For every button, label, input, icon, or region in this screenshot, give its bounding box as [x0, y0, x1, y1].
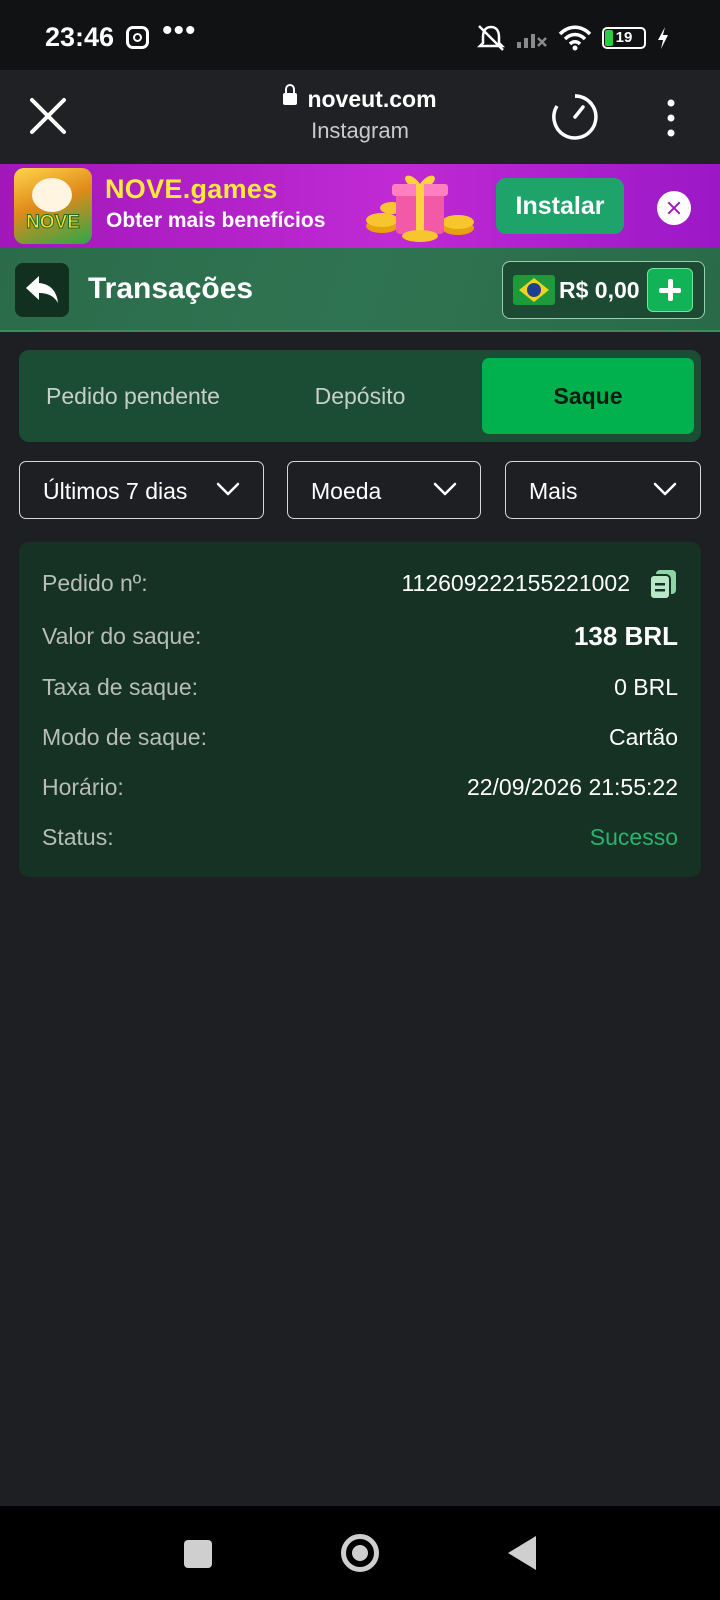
transaction-type-tabs: Pedido pendente Depósito Saque — [19, 350, 701, 442]
withdrawal-mode-label: Modo de saque: — [42, 724, 207, 750]
time-row: Horário: 22/09/2026 21:55:22 — [42, 766, 678, 806]
gift-coins-icon — [366, 175, 474, 242]
promo-title: NOVE.games — [105, 174, 278, 204]
install-button[interactable]: Instalar — [496, 178, 624, 234]
status-bar: 23:46 ••• 19 — [0, 0, 720, 70]
status-label: Status: — [42, 824, 114, 850]
charging-icon — [658, 27, 668, 49]
add-funds-button[interactable] — [647, 268, 693, 312]
withdrawal-amount-value: 138 BRL — [573, 621, 678, 651]
withdrawal-mode-row: Modo de saque: Cartão — [42, 716, 678, 756]
more-filters-dropdown[interactable]: Mais — [505, 461, 701, 519]
withdrawal-amount-label: Valor do saque: — [42, 623, 202, 649]
withdrawal-fee-label: Taxa de saque: — [42, 674, 199, 700]
back-arrow-icon — [26, 276, 58, 303]
back-icon[interactable] — [508, 1536, 536, 1570]
brazil-flag-icon — [513, 275, 555, 305]
instagram-icon — [126, 26, 149, 49]
order-number-label: Pedido nº: — [42, 570, 148, 596]
status-row: Status: Sucesso — [42, 816, 678, 856]
withdrawal-fee-value: 0 BRL — [614, 674, 678, 700]
status-icons: 19 — [476, 24, 670, 52]
app-logo: NOVE — [14, 168, 92, 244]
withdrawal-fee-row: Taxa de saque: 0 BRL — [42, 666, 678, 706]
time-label: Horário: — [42, 774, 124, 800]
order-number-value: 112609222155221002 — [401, 570, 630, 596]
more-vertical-icon[interactable] — [666, 98, 676, 138]
chevron-down-icon — [653, 482, 677, 496]
page-header: Transações R$ 0,00 — [0, 248, 720, 332]
time-value: 22/09/2026 21:55:22 — [466, 774, 678, 800]
signal-icon — [517, 34, 547, 48]
order-number-row: Pedido nº: 112609222155221002 — [42, 562, 678, 602]
promo-subtitle: Obter mais benefícios — [106, 209, 326, 232]
install-promo-banner: NOVE NOVE.games Obter mais benefícios In… — [0, 164, 720, 248]
status-time: 23:46 — [45, 22, 115, 52]
more-filters-label: Mais — [529, 478, 578, 504]
recent-apps-icon[interactable] — [184, 1540, 212, 1568]
app-logo-text: NOVE — [26, 212, 81, 234]
withdrawal-mode-value: Cartão — [608, 724, 678, 750]
tab-deposit[interactable]: Depósito — [247, 358, 473, 434]
home-icon[interactable] — [341, 1534, 379, 1572]
chevron-down-icon — [433, 482, 457, 496]
date-range-dropdown[interactable]: Últimos 7 dias — [19, 461, 264, 519]
chevron-down-icon — [216, 482, 240, 496]
status-badge: Sucesso — [589, 824, 678, 850]
battery-icon: 19 — [602, 27, 646, 49]
silent-icon — [476, 25, 506, 51]
date-range-label: Últimos 7 dias — [43, 478, 188, 504]
page-title: Transações — [88, 272, 254, 305]
balance-amount: R$ 0,00 — [559, 277, 640, 303]
more-notifications-icon: ••• — [162, 14, 197, 47]
withdrawal-amount-row: Valor do saque: 138 BRL — [42, 615, 678, 655]
currency-dropdown[interactable]: Moeda — [287, 461, 481, 519]
tab-withdrawal[interactable]: Saque — [482, 358, 694, 434]
close-banner-icon[interactable] — [657, 191, 691, 225]
battery-level: 19 — [615, 29, 633, 46]
balance-widget[interactable]: R$ 0,00 — [502, 261, 705, 319]
transaction-card: Pedido nº: 112609222155221002 Valor do s… — [19, 542, 701, 877]
system-navigation-bar — [0, 1506, 720, 1600]
lock-icon — [283, 83, 298, 105]
timer-icon[interactable] — [550, 92, 600, 142]
source-app-text: Instagram — [311, 118, 409, 143]
domain-text: noveut.com — [307, 86, 437, 112]
currency-label: Moeda — [311, 478, 382, 504]
back-button[interactable] — [15, 263, 69, 317]
browser-toolbar: noveut.com Instagram — [0, 70, 720, 164]
tab-pending[interactable]: Pedido pendente — [19, 358, 247, 434]
url-display[interactable]: noveut.com — [0, 83, 720, 113]
wifi-icon — [558, 25, 592, 51]
copy-icon[interactable] — [648, 568, 678, 600]
